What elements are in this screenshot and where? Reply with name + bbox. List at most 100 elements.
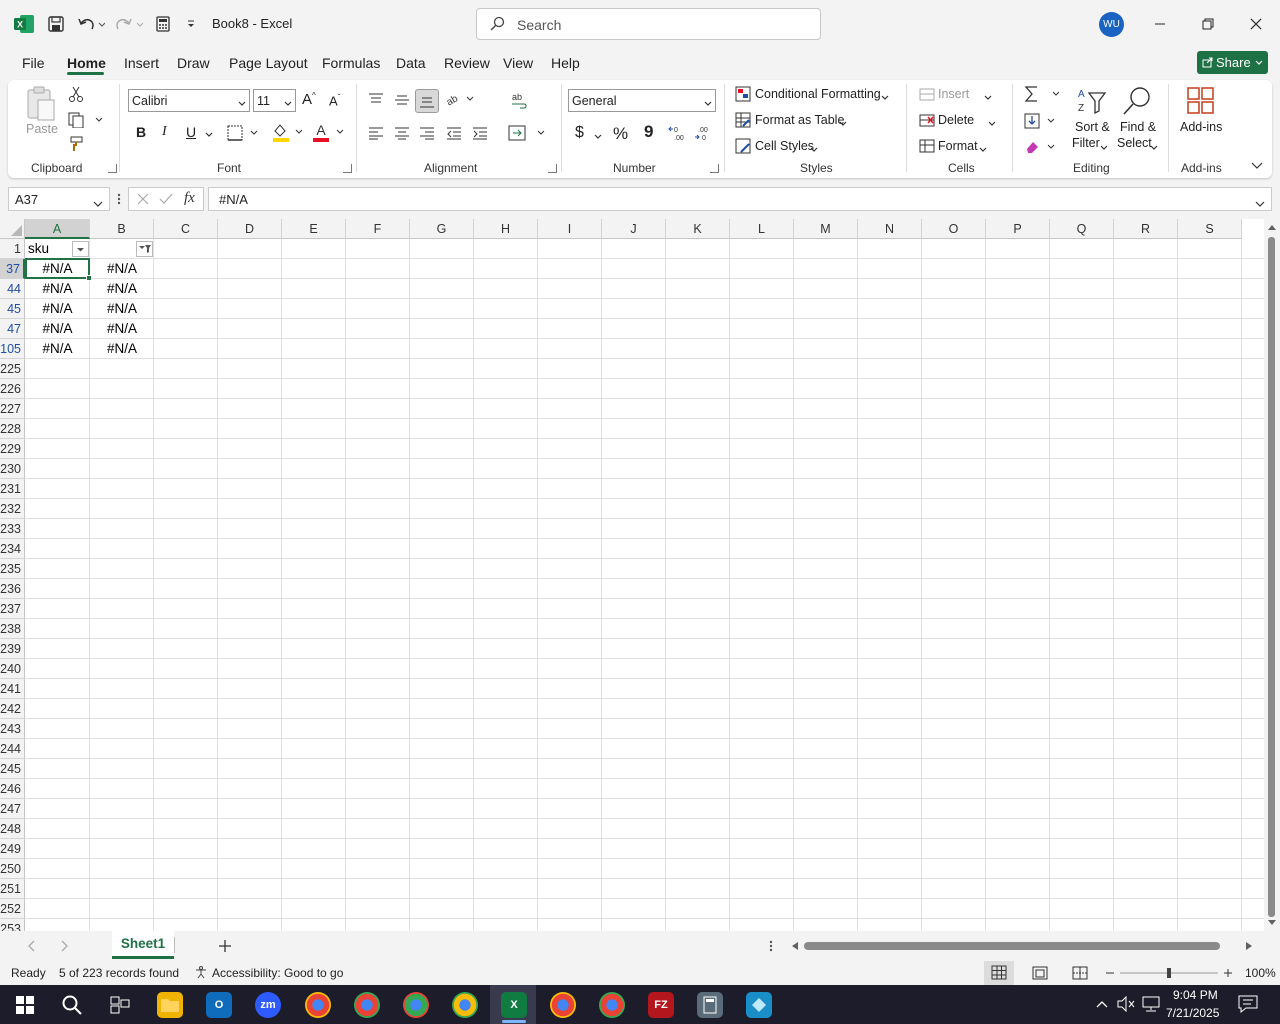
next-sheet-icon[interactable] — [59, 940, 69, 955]
row-header[interactable]: 248 — [0, 819, 25, 839]
tab-formulas[interactable]: Formulas — [322, 55, 380, 71]
tab-insert[interactable]: Insert — [124, 55, 159, 71]
row-header[interactable]: 238 — [0, 619, 25, 639]
cell-a[interactable]: #N/A — [25, 279, 90, 299]
tab-page-layout[interactable]: Page Layout — [229, 55, 308, 71]
find-select-icon[interactable] — [1121, 85, 1153, 120]
formula-input[interactable]: #N/A — [208, 187, 1272, 211]
row-header[interactable]: 249 — [0, 839, 25, 859]
conditional-formatting-icon[interactable] — [735, 86, 751, 105]
row-header[interactable]: 246 — [0, 779, 25, 799]
sheet-tab-sheet1[interactable]: Sheet1 — [112, 931, 174, 959]
cell-a[interactable]: #N/A — [25, 339, 90, 359]
merge-center-icon[interactable] — [508, 124, 546, 145]
font-color-icon[interactable]: A — [312, 122, 346, 145]
column-header-i[interactable]: I — [538, 219, 602, 239]
cut-icon[interactable] — [68, 86, 84, 105]
conditional-formatting-button[interactable]: Conditional Formatting — [755, 87, 881, 101]
zoom-level[interactable]: 100% — [1245, 966, 1276, 980]
row-header[interactable]: 47 — [0, 319, 25, 339]
taskbar-time[interactable]: 9:04 PM — [1173, 988, 1218, 1002]
row-header[interactable]: 227 — [0, 399, 25, 419]
sort-filter-icon[interactable]: AZ — [1075, 85, 1107, 120]
row-header[interactable]: 229 — [0, 439, 25, 459]
undo-icon[interactable] — [75, 12, 107, 36]
row-header[interactable]: 45 — [0, 299, 25, 319]
more-options-icon[interactable] — [769, 940, 773, 955]
zoom-slider[interactable] — [1104, 966, 1234, 980]
tab-draw[interactable]: Draw — [177, 55, 210, 71]
cancel-icon[interactable] — [137, 193, 149, 208]
currency-chevron-icon[interactable] — [594, 130, 602, 144]
increase-font-icon[interactable]: A^ — [302, 91, 316, 108]
row-header[interactable]: 232 — [0, 499, 25, 519]
clipboard-launcher-icon[interactable] — [108, 164, 117, 173]
restore-icon[interactable] — [1195, 12, 1221, 36]
page-break-view-icon[interactable] — [1072, 966, 1088, 983]
notifications-icon[interactable] — [1238, 995, 1258, 1016]
cell-b[interactable]: #N/A — [90, 339, 154, 359]
row-header[interactable]: 236 — [0, 579, 25, 599]
font-size-dropdown[interactable]: 11 — [253, 89, 296, 112]
tab-file[interactable]: File — [22, 55, 45, 71]
row-header[interactable]: 37 — [0, 259, 25, 279]
row-header[interactable]: 225 — [0, 359, 25, 379]
column-header-c[interactable]: C — [154, 219, 218, 239]
insert-function-button[interactable]: fx — [184, 190, 195, 207]
insert-cells-icon[interactable] — [919, 86, 935, 105]
align-left-icon[interactable] — [368, 126, 384, 143]
format-as-table-icon[interactable] — [735, 112, 751, 131]
normal-view-icon[interactable] — [984, 961, 1014, 985]
expand-formula-icon[interactable] — [1255, 196, 1265, 211]
select-all-corner[interactable] — [0, 219, 25, 239]
increase-decimal-icon[interactable]: 0.00 — [668, 124, 688, 145]
paste-label[interactable]: Paste — [26, 122, 58, 136]
column-header-n[interactable]: N — [858, 219, 922, 239]
find-select-label-1[interactable]: Find & — [1120, 120, 1156, 134]
format-cells-button[interactable]: Format — [938, 139, 978, 153]
worksheet-grid[interactable]: ABCDEFGHIJKLMNOPQRS 1 sku 37 #N/A #N/A 44 #N/A… — [0, 219, 1264, 931]
column-header-l[interactable]: L — [730, 219, 794, 239]
row-header[interactable]: 250 — [0, 859, 25, 879]
row-header[interactable]: 243 — [0, 719, 25, 739]
filter-applied-b-icon[interactable] — [136, 241, 153, 257]
row-header[interactable]: 234 — [0, 539, 25, 559]
column-header-q[interactable]: Q — [1050, 219, 1114, 239]
windows-start-icon[interactable] — [12, 992, 38, 1018]
close-icon[interactable] — [1243, 12, 1269, 36]
filezilla-icon[interactable]: FZ — [648, 992, 674, 1018]
orientation-icon[interactable]: ab — [445, 91, 475, 110]
column-header-m[interactable]: M — [794, 219, 858, 239]
decrease-decimal-icon[interactable]: .00 0 — [694, 124, 714, 145]
column-header-p[interactable]: P — [986, 219, 1050, 239]
column-header-a[interactable]: A — [25, 219, 90, 239]
add-ins-icon[interactable] — [1186, 86, 1216, 119]
chrome-icon[interactable] — [354, 992, 380, 1018]
chrome-icon[interactable] — [599, 992, 625, 1018]
font-name-dropdown[interactable]: Calibri — [128, 89, 250, 112]
row-header[interactable]: 228 — [0, 419, 25, 439]
decrease-font-icon[interactable]: Aˇ — [329, 93, 340, 108]
font-launcher-icon[interactable] — [343, 164, 352, 173]
row-header[interactable]: 105 — [0, 339, 25, 359]
tab-data[interactable]: Data — [396, 55, 426, 71]
clear-icon[interactable] — [1024, 138, 1058, 159]
alignment-launcher-icon[interactable] — [548, 164, 557, 173]
filter-dropdown-a[interactable] — [72, 241, 89, 257]
show-hidden-icons[interactable] — [1096, 998, 1108, 1012]
add-ins-button[interactable]: Add-ins — [1180, 120, 1222, 134]
align-right-icon[interactable] — [419, 126, 435, 143]
customize-toolbar-icon[interactable] — [183, 12, 199, 36]
row-header[interactable]: 240 — [0, 659, 25, 679]
add-sheet-icon[interactable] — [218, 939, 232, 956]
cell-styles-icon[interactable] — [735, 138, 751, 157]
align-center-icon[interactable] — [394, 126, 410, 143]
sort-filter-label-1[interactable]: Sort & — [1075, 120, 1110, 134]
autosum-icon[interactable] — [1024, 85, 1064, 106]
zoom-app-icon[interactable]: zm — [255, 992, 281, 1018]
cell-b[interactable]: #N/A — [90, 319, 154, 339]
comma-style-button[interactable]: 9 — [644, 122, 653, 142]
wrap-text-icon[interactable]: ab — [510, 92, 528, 113]
name-box[interactable]: A37 — [8, 187, 110, 211]
column-header-h[interactable]: H — [474, 219, 538, 239]
